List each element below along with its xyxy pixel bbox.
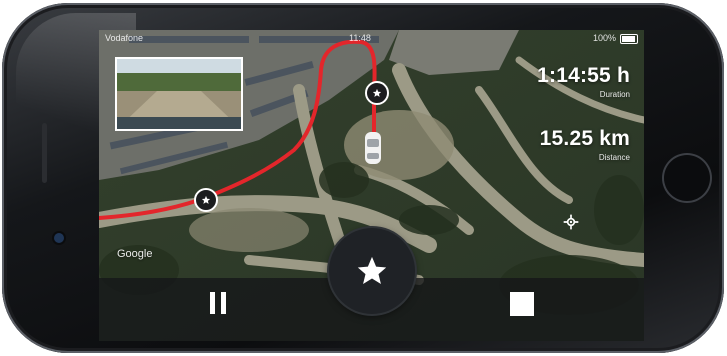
distance-label: Distance xyxy=(598,153,630,162)
clock-label: 11:48 xyxy=(349,33,371,43)
crosshair-icon xyxy=(563,214,579,230)
home-button[interactable] xyxy=(662,153,712,203)
pause-icon xyxy=(210,292,215,314)
stop-button[interactable] xyxy=(510,292,534,316)
route-marker-pin[interactable] xyxy=(365,81,389,105)
status-bar: Vodafone 11:48 100% xyxy=(99,30,644,48)
phone-camera xyxy=(54,233,64,243)
star-icon xyxy=(201,195,211,204)
app-screen: Vodafone 11:48 100% 1:14:55 h Duration 1… xyxy=(99,30,644,341)
duration-value: 1:14:55 h xyxy=(537,64,630,87)
carrier-label: Vodafone xyxy=(105,33,144,43)
battery-percent: 100% xyxy=(592,33,616,43)
route-marker-pin[interactable] xyxy=(194,188,218,212)
star-icon xyxy=(372,88,382,97)
video-thumbnail-image xyxy=(117,59,241,129)
pause-button[interactable] xyxy=(204,288,232,318)
duration-label: Duration xyxy=(599,90,630,99)
distance-value: 15.25 km xyxy=(539,127,630,150)
video-thumbnail[interactable] xyxy=(115,57,243,131)
battery-icon xyxy=(620,34,638,44)
map-attribution: Google xyxy=(117,248,153,260)
star-icon xyxy=(357,256,387,285)
duration-stat: 1:14:55 h Duration xyxy=(537,64,630,99)
pause-icon xyxy=(221,292,226,314)
distance-stat: 15.25 km Distance xyxy=(540,127,630,162)
car-position-marker xyxy=(365,132,381,164)
mark-highlight-button[interactable] xyxy=(329,228,415,314)
phone-speaker xyxy=(42,123,47,183)
locate-button[interactable] xyxy=(560,211,582,233)
phone-frame: Vodafone 11:48 100% 1:14:55 h Duration 1… xyxy=(2,3,724,353)
